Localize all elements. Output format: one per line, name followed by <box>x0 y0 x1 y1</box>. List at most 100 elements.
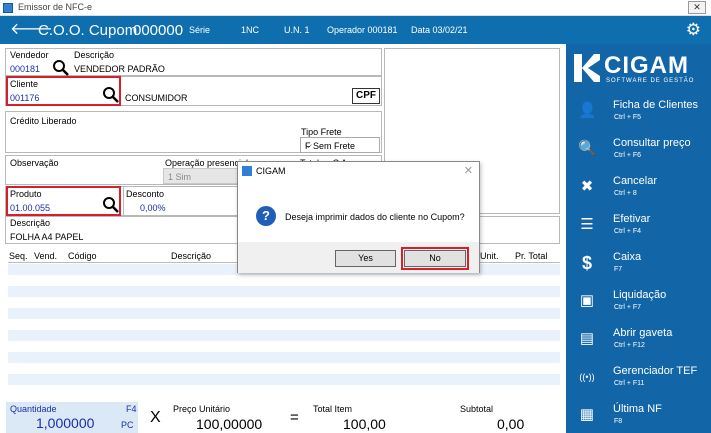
table-row[interactable] <box>8 330 560 341</box>
logo-subtext: SOFTWARE DE GESTÃO <box>606 78 695 84</box>
serie-value: 1NC <box>241 25 260 35</box>
sidebar-item-label: Gerenciador TEF <box>613 365 698 377</box>
col-total: Pr. Total <box>515 251 548 261</box>
produto-label: Produto <box>10 189 42 199</box>
sidebar-item-label: Efetivar <box>613 213 651 225</box>
sidebar-item-label: Caixa <box>613 251 642 263</box>
window-close-button[interactable]: ✕ <box>688 1 706 14</box>
sidebar-item-cancelar[interactable]: ✖ Cancelar Ctrl + 8 <box>566 170 711 208</box>
quantidade-unit: PC <box>121 420 134 430</box>
quantidade-value[interactable]: 1,000000 <box>36 415 94 431</box>
operacao-select[interactable]: 1 Sim <box>163 168 243 184</box>
col-seq: Seq. <box>9 251 28 261</box>
sidebar-item-shortcut: Ctrl + F4 <box>614 228 642 235</box>
un-label: U.N. 1 <box>284 25 310 35</box>
operacao-label: Operação presencial <box>165 158 249 168</box>
dialog-message: Deseja imprimir dados do cliente no Cupo… <box>285 212 465 222</box>
yes-button[interactable]: Yes <box>335 250 396 267</box>
table-row[interactable] <box>8 275 560 286</box>
document-icon: ☰ <box>580 216 594 233</box>
cliente-label: Cliente <box>10 79 39 89</box>
question-icon: ? <box>256 206 276 226</box>
sidebar-item-shortcut: Ctrl + F6 <box>614 152 642 159</box>
sidebar-item-label: Consultar preço <box>613 137 691 149</box>
table-row[interactable] <box>8 374 560 385</box>
produto-descricao-label: Descrição <box>10 218 51 228</box>
sidebar-item-consultar-preco[interactable]: 🔍 Consultar preço Ctrl + F6 <box>566 132 711 170</box>
search-price-icon: 🔍 <box>578 140 597 157</box>
drawer-icon: ▤ <box>579 330 595 347</box>
vendedor-label: Vendedor <box>10 50 49 60</box>
dialog-close-button[interactable]: ✕ <box>464 164 473 177</box>
page-title: C.O.O. Cupom <box>38 22 138 39</box>
sidebar-item-shortcut: Ctrl + F11 <box>614 380 645 387</box>
observacao-label: Observação <box>10 158 59 168</box>
sidebar-item-abrir-gaveta[interactable]: ▤ Abrir gaveta Ctrl + F12 <box>566 322 711 360</box>
sidebar-item-shortcut: F7 <box>614 266 623 273</box>
chevron-down-icon: ⌵ <box>305 140 312 150</box>
quantidade-label: Quantidade <box>10 404 57 414</box>
no-button[interactable]: No <box>404 250 466 267</box>
sidebar-item-gerenciador-tef[interactable]: ((•)) Gerenciador TEF Ctrl + F11 <box>566 360 711 398</box>
sidebar: CIGAM SOFTWARE DE GESTÃO 👤 Ficha de Clie… <box>566 44 711 433</box>
cigam-logo: CIGAM SOFTWARE DE GESTÃO <box>574 52 702 88</box>
table-row[interactable] <box>8 286 560 297</box>
col-unit: Unit. <box>480 251 499 261</box>
operacao-value: 1 Sim <box>168 172 192 182</box>
sidebar-item-ultima-nf[interactable]: ▦ Última NF F8 <box>566 398 711 433</box>
user-icon: 👤 <box>578 102 597 119</box>
operator-label: Operador 000181 <box>327 25 398 35</box>
col-codigo: Código <box>68 251 97 261</box>
desconto-input[interactable]: 0,00% <box>140 203 166 213</box>
total-item-label: Total Item <box>313 404 353 414</box>
sidebar-item-label: Abrir gaveta <box>613 327 673 339</box>
table-row[interactable] <box>8 297 560 308</box>
logo-text: CIGAM <box>604 52 689 79</box>
produto-code-input[interactable]: 01.00.055 <box>10 203 50 213</box>
table-row[interactable] <box>8 319 560 330</box>
vendedor-code-input[interactable]: 000181 <box>10 64 40 74</box>
cliente-search-icon[interactable] <box>102 86 120 104</box>
settings-icon[interactable]: ⚙ <box>686 21 701 38</box>
table-row[interactable] <box>8 308 560 319</box>
table-row[interactable] <box>8 341 560 352</box>
coupon-number: 000000 <box>133 22 184 39</box>
receipt-icon: ▦ <box>579 406 595 423</box>
table-row[interactable] <box>8 363 560 374</box>
dialog-app-icon <box>242 166 252 176</box>
multiply-sign: X <box>150 409 161 426</box>
confirm-dialog: CIGAM ✕ ? Deseja imprimir dados do clien… <box>237 161 480 273</box>
sidebar-item-efetivar[interactable]: ☰ Efetivar Ctrl + F4 <box>566 208 711 246</box>
vendedor-search-icon[interactable] <box>52 59 70 77</box>
preco-label: Preço Unitário <box>173 404 231 414</box>
desconto-label: Desconto <box>126 189 165 199</box>
app-icon <box>3 3 13 13</box>
sidebar-item-shortcut: Ctrl + F12 <box>614 342 645 349</box>
cpf-button[interactable]: CPF <box>352 88 380 104</box>
table-row[interactable] <box>8 352 560 363</box>
header-bar: 🡐 C.O.O. Cupom 000000 Série 1NC U.N. 1 O… <box>0 16 711 44</box>
subtotal-value: 0,00 <box>497 416 525 432</box>
cliente-name: CONSUMIDOR <box>125 93 188 103</box>
cliente-code-input[interactable]: 001176 <box>10 93 39 103</box>
sidebar-item-ficha-clientes[interactable]: 👤 Ficha de Clientes Ctrl + F5 <box>566 94 711 132</box>
credito-label: Crédito Liberado <box>10 116 77 126</box>
sidebar-item-shortcut: F8 <box>614 418 623 425</box>
produto-search-icon[interactable] <box>102 196 120 214</box>
col-descricao: Descrição <box>171 251 212 261</box>
sidebar-item-caixa[interactable]: $ Caixa F7 <box>566 246 711 284</box>
quantidade-shortcut: F4 <box>126 404 137 414</box>
sidebar-item-label: Ficha de Clientes <box>613 99 698 111</box>
dialog-button-bar: Yes No <box>238 242 479 273</box>
window-titlebar: Emissor de NFC-e ✕ <box>0 0 711 16</box>
produto-description: FOLHA A4 PAPEL <box>10 232 84 242</box>
sidebar-item-liquidacao[interactable]: ▣ Liquidação Ctrl + F7 <box>566 284 711 322</box>
table-row[interactable] <box>8 385 560 396</box>
tipo-frete-label: Tipo Frete <box>301 127 342 137</box>
sidebar-item-label: Cancelar <box>613 175 658 187</box>
tipo-frete-select[interactable]: F Sem Frete ⌵ <box>300 137 380 153</box>
totals-footer: Quantidade F4 1,000000 PC X Preço Unitár… <box>0 402 566 433</box>
cigam-logo-mark <box>574 54 600 82</box>
sidebar-item-shortcut: Ctrl + F7 <box>614 304 642 311</box>
dialog-title: CIGAM <box>256 166 286 176</box>
